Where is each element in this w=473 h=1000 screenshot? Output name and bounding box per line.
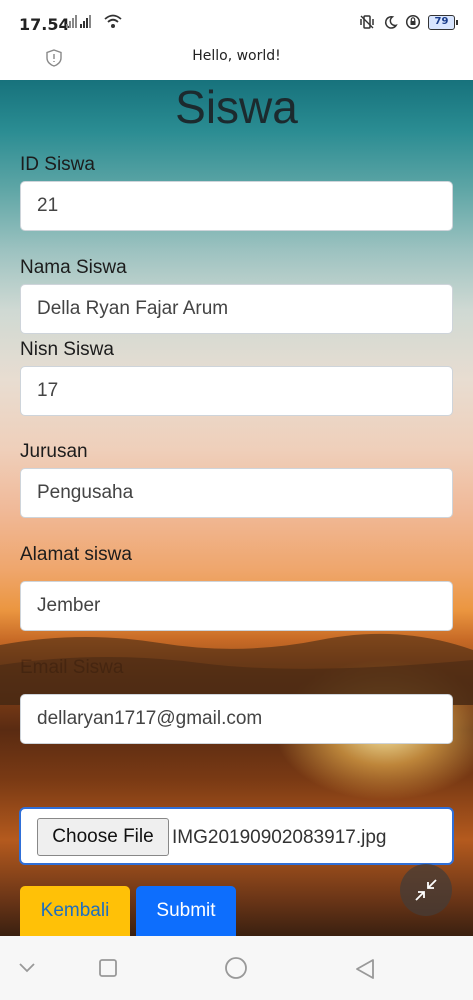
back-chevron-icon[interactable] bbox=[18, 960, 36, 979]
home-circle-icon[interactable] bbox=[224, 956, 248, 984]
alamat-siswa-input[interactable] bbox=[20, 581, 453, 631]
battery-icon: 79 bbox=[428, 14, 458, 30]
status-bar: 17.54 79 bbox=[0, 0, 473, 46]
label-alamat-siswa: Alamat siswa bbox=[20, 544, 132, 565]
file-name: IMG20190902083917.jpg bbox=[172, 827, 387, 848]
file-input[interactable]: Choose File IMG20190902083917.jpg bbox=[19, 807, 454, 865]
minimize-icon bbox=[415, 879, 437, 901]
recents-square-icon[interactable] bbox=[98, 958, 118, 982]
label-jurusan: Jurusan bbox=[20, 441, 88, 462]
page-title: Siswa bbox=[175, 81, 298, 133]
label-nisn-siswa: Nisn Siswa bbox=[20, 339, 114, 360]
app-bar: Hello, world! bbox=[0, 46, 473, 80]
moon-icon bbox=[382, 14, 398, 30]
back-triangle-icon[interactable] bbox=[354, 958, 376, 984]
nisn-siswa-input[interactable] bbox=[20, 366, 453, 416]
vibrate-icon bbox=[359, 14, 375, 30]
kembali-button[interactable]: Kembali bbox=[20, 886, 130, 936]
choose-file-button[interactable]: Choose File bbox=[37, 818, 169, 856]
jurusan-input[interactable] bbox=[20, 468, 453, 518]
signal-icon bbox=[66, 15, 91, 28]
nama-siswa-input[interactable] bbox=[20, 284, 453, 334]
label-id-siswa: ID Siswa bbox=[20, 154, 95, 175]
submit-button[interactable]: Submit bbox=[136, 886, 236, 936]
form-area: Siswa ID Siswa Nama Siswa Nisn Siswa Jur… bbox=[0, 80, 473, 936]
lock-rotation-icon bbox=[405, 14, 421, 30]
minimize-button[interactable] bbox=[400, 864, 452, 916]
id-siswa-input[interactable] bbox=[20, 181, 453, 231]
email-siswa-input[interactable] bbox=[20, 694, 453, 744]
app-title: Hello, world! bbox=[192, 48, 281, 64]
nav-bar bbox=[0, 936, 473, 1000]
wifi-icon bbox=[104, 13, 122, 33]
label-email-siswa: Email Siswa bbox=[20, 657, 124, 678]
status-time: 17.54 bbox=[19, 15, 70, 34]
label-nama-siswa: Nama Siswa bbox=[20, 257, 127, 278]
